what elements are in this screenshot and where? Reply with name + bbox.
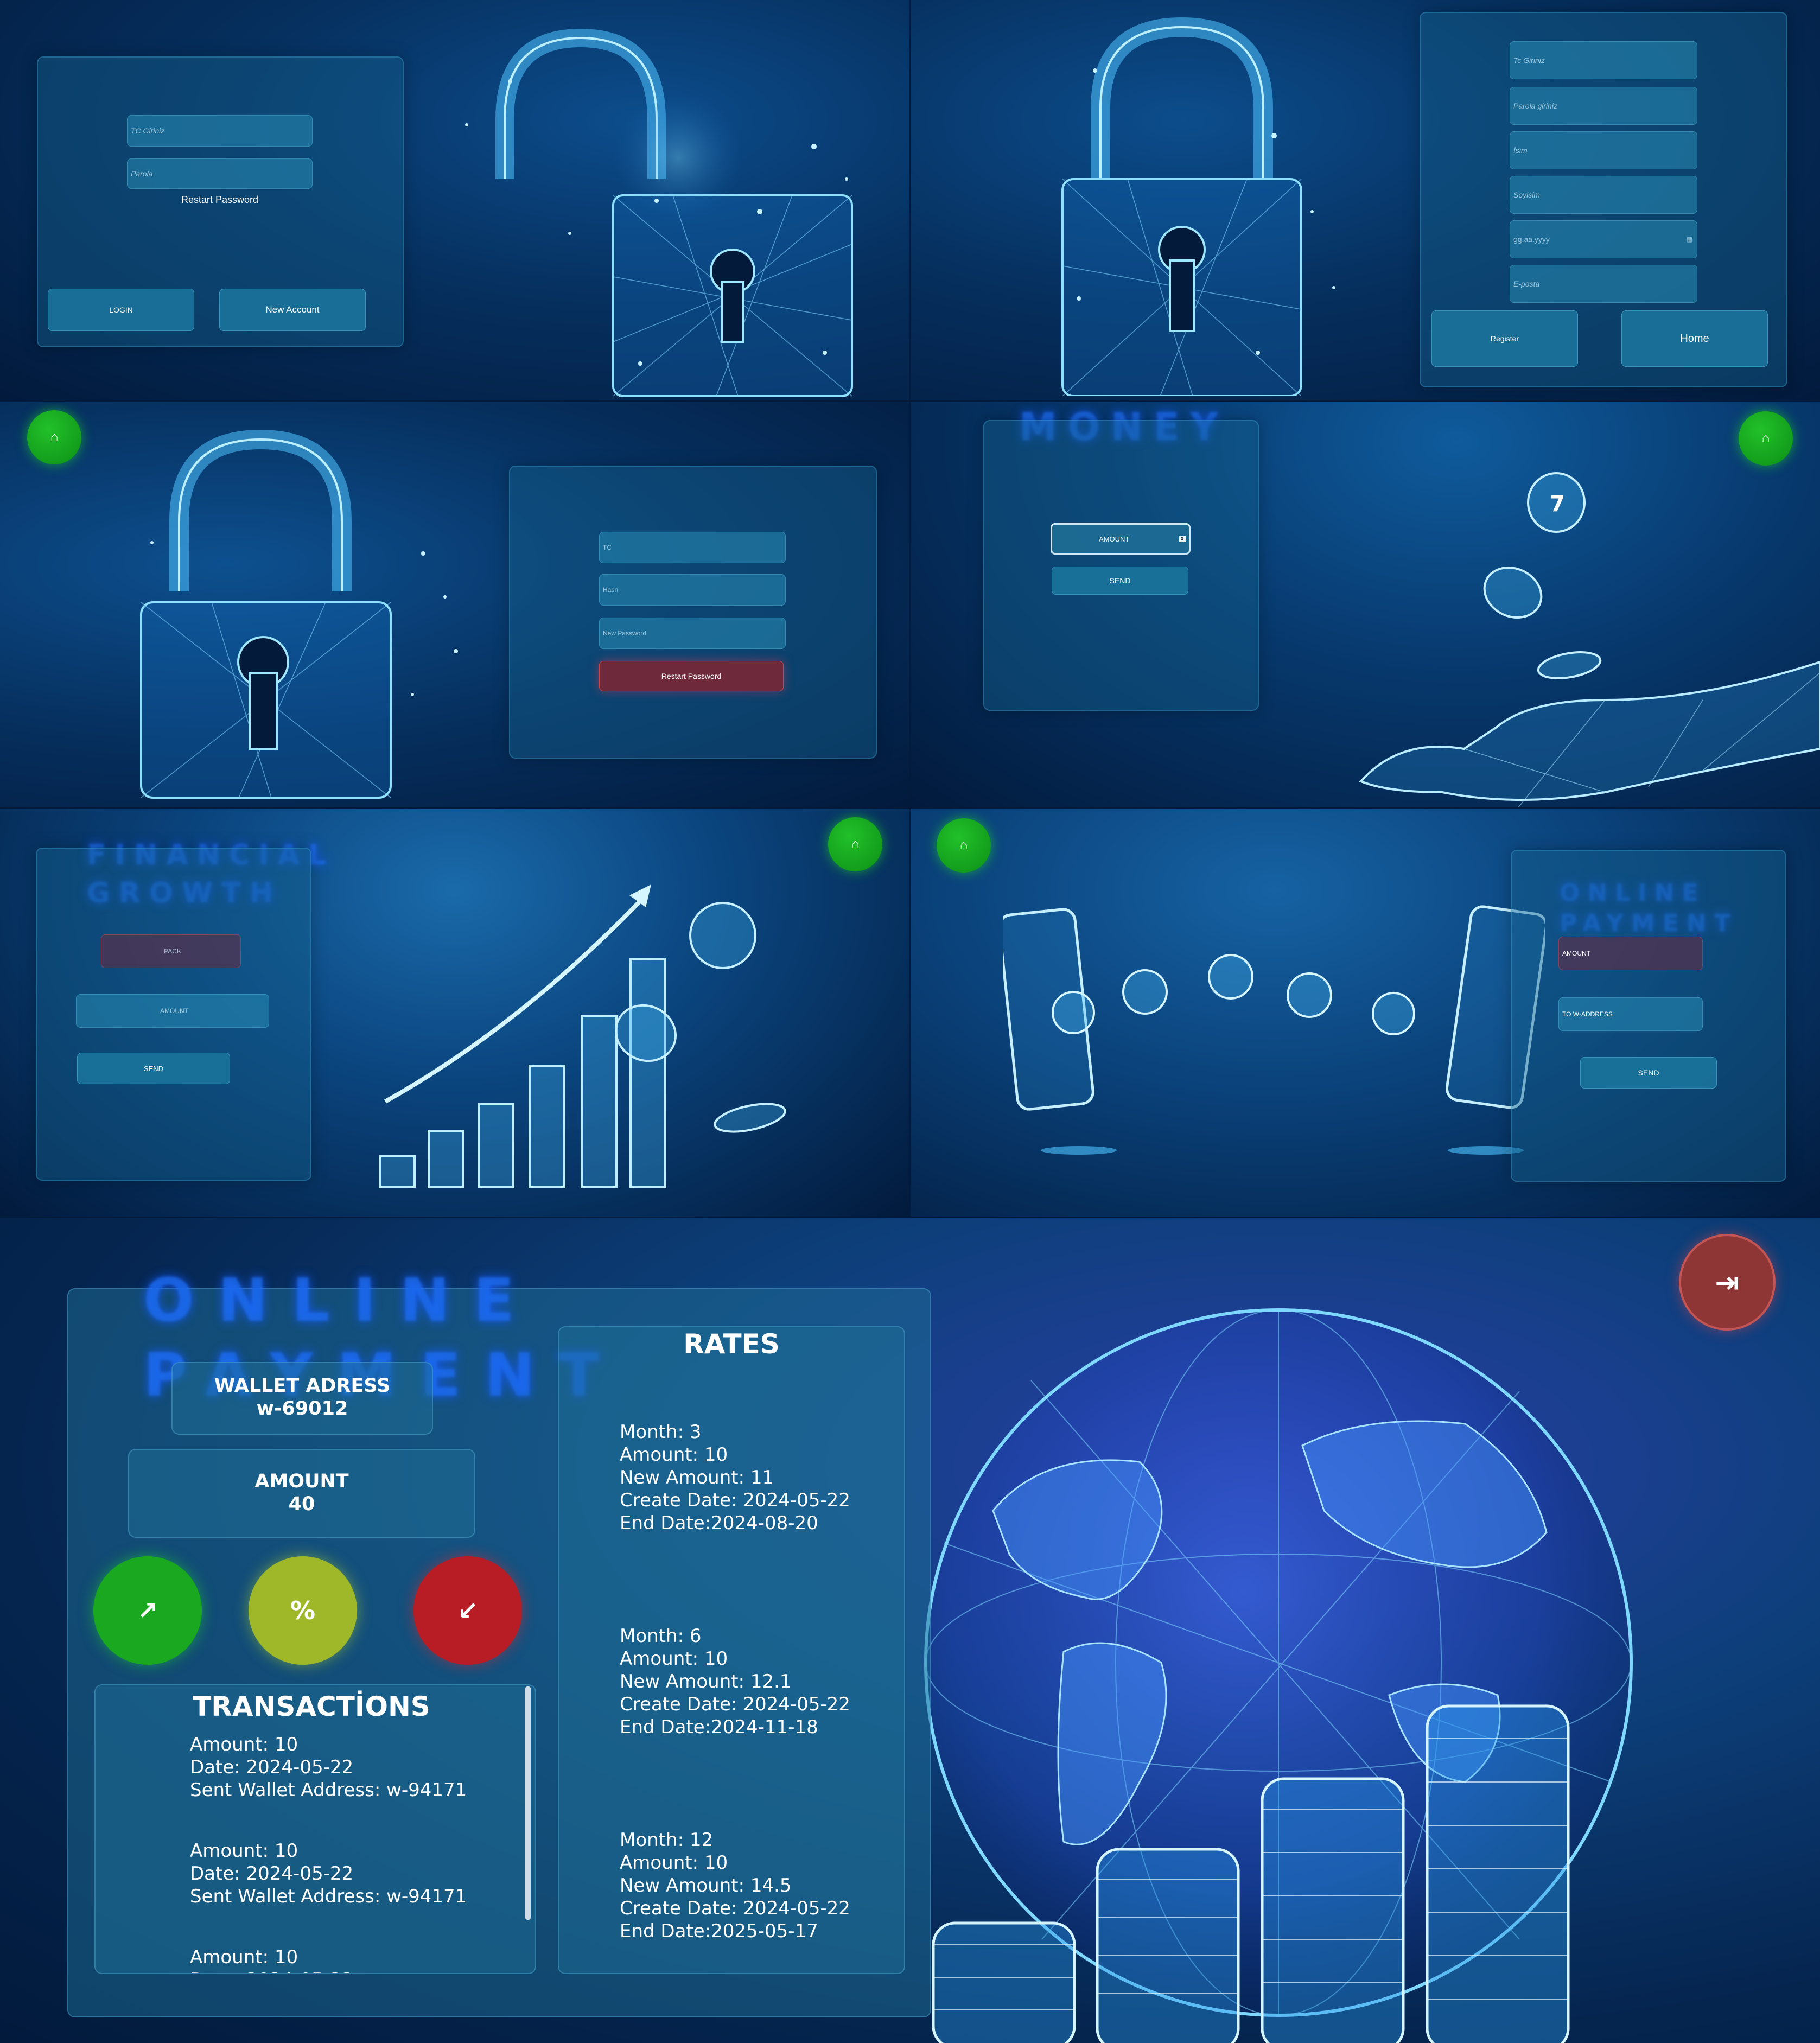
wallet-address-box: WALLET ADRESS w-69012 [171,1362,433,1435]
transaction-item: Amount: 10 Date: 2024-05-22 Sent Wallet … [190,1734,467,1801]
transaction-item: Amount: 10 Date: 2024-05-22 Sent Wallet … [190,1840,467,1907]
tc-input[interactable]: TC Giriniz [127,115,313,147]
money-screen: MONEY AMOUNT ⇕ SEND ⌂ 7 [911,402,1820,807]
amount-label: AMOUNT [254,1471,349,1492]
logout-button[interactable]: ⇥ [1679,1234,1776,1331]
name-input[interactable]: İsim [1510,131,1697,169]
send-button[interactable]: SEND [1052,567,1188,595]
home-button[interactable]: Home [1621,310,1768,367]
home-button[interactable]: ⌂ [937,818,991,873]
phone-transfer-illustration [1003,905,1545,1155]
login-card: TC Giriniz Parola Restart Password LOGIN… [37,56,404,347]
new-account-button[interactable]: New Account [219,289,366,331]
reset-password-card: TC Hash New Password Restart Password [509,466,877,759]
birthdate-input[interactable]: gg.aa.yyyy ▦ [1510,220,1697,258]
online-payment-screen: ⌂ ONLINE PAYMENT AMOUNT TO W-ADDRESS SEN… [911,809,1820,1217]
amount-input[interactable]: AMOUNT [76,994,269,1028]
closed-lock-illustration [1061,17,1335,396]
amount-box: AMOUNT 40 [128,1449,475,1538]
rate-item: Month: 12 Amount: 10 New Amount: 14.5 Cr… [620,1829,850,1942]
payment-card: AMOUNT TO W-ADDRESS SEND [1511,850,1786,1182]
open-lock-illustration [465,28,853,397]
email-input[interactable]: E-posta [1510,265,1697,303]
amount-value: 40 [288,1493,315,1515]
logout-icon: ⇥ [1715,1265,1740,1300]
background-title-line1: ONLINE [143,1265,538,1335]
reset-password-screen: ⌂ TC Hash New Password Restart Password [0,402,909,807]
home-icon: ⌂ [959,838,968,852]
globe-coins-illustration [924,1308,1633,2043]
rate-item: Month: 3 Amount: 10 New Amount: 11 Creat… [620,1421,850,1534]
login-screen: TC Giriniz Parola Restart Password LOGIN… [0,0,909,400]
tc-input[interactable]: Tc Giriniz [1510,41,1697,79]
wallet-label: WALLET ADRESS [214,1375,391,1397]
transaction-item: Amount: 10 Date: 2024-05-22 [190,1946,353,1973]
pack-input[interactable]: PACK [101,934,241,968]
surname-input[interactable]: Soyisim [1510,176,1697,214]
financial-growth-screen: FINANCIAL GROWTH PACK AMOUNT SEND ⌂ [0,809,909,1217]
wallet-value: w-69012 [256,1398,348,1420]
percent-icon: % [290,1596,316,1625]
register-button[interactable]: Register [1431,310,1578,367]
login-button[interactable]: LOGIN [48,289,194,331]
to-address-input[interactable]: TO W-ADDRESS [1558,997,1703,1031]
transactions-panel[interactable]: TRANSACTİONS Amount: 10 Date: 2024-05-22… [94,1684,536,1974]
transactions-title: TRANSACTİONS [193,1691,430,1722]
send-button[interactable]: SEND [1580,1057,1717,1089]
amount-input[interactable]: AMOUNT ⇕ [1051,523,1191,555]
restart-password-button[interactable]: Restart Password [599,661,784,691]
home-icon: ⌂ [1761,431,1770,445]
send-money-button[interactable]: ↗ [93,1556,202,1665]
hash-input[interactable]: Hash [599,574,786,606]
home-icon: ⌂ [50,430,59,444]
number-stepper-icon[interactable]: ⇕ [1179,536,1186,542]
calendar-icon[interactable]: ▦ [1687,236,1692,243]
transactions-scrollbar[interactable] [525,1686,531,1920]
growth-chart-illustration [379,884,786,1188]
rates-button[interactable]: % [249,1556,357,1665]
growth-card: PACK AMOUNT SEND [36,848,311,1181]
amount-input[interactable]: AMOUNT [1558,937,1703,970]
wallet-dashboard-screen: ⇥ ONLINE PAYMENT WALLET ADRESS w-69012 A… [0,1218,1820,2043]
receive-money-button[interactable]: ↙ [413,1556,522,1665]
new-password-input[interactable]: New Password [599,618,786,649]
register-card: Tc Giriniz Parola giriniz İsim Soyisim g… [1420,12,1787,387]
svg-text:7: 7 [1550,492,1565,517]
password-input[interactable]: Parola [127,158,313,189]
unlocked-padlock-illustration [140,429,458,799]
arrow-down-left-icon: ↙ [457,1596,479,1625]
tc-input[interactable]: TC [599,532,786,563]
rate-item: Month: 6 Amount: 10 New Amount: 12.1 Cre… [620,1625,850,1738]
money-card: AMOUNT ⇕ SEND [983,420,1259,711]
rates-title: RATES [683,1328,780,1360]
register-screen: Tc Giriniz Parola giriniz İsim Soyisim g… [911,0,1820,400]
send-button[interactable]: SEND [77,1053,230,1084]
home-button[interactable]: ⌂ [27,410,81,464]
hand-with-coins-illustration: 7 [1359,472,1820,807]
arrow-up-right-icon: ↗ [137,1596,158,1625]
rates-panel: RATES Month: 3 Amount: 10 New Amount: 11… [558,1326,905,1974]
password-input[interactable]: Parola giriniz [1510,87,1697,125]
restart-password-link[interactable]: Restart Password [127,194,313,206]
